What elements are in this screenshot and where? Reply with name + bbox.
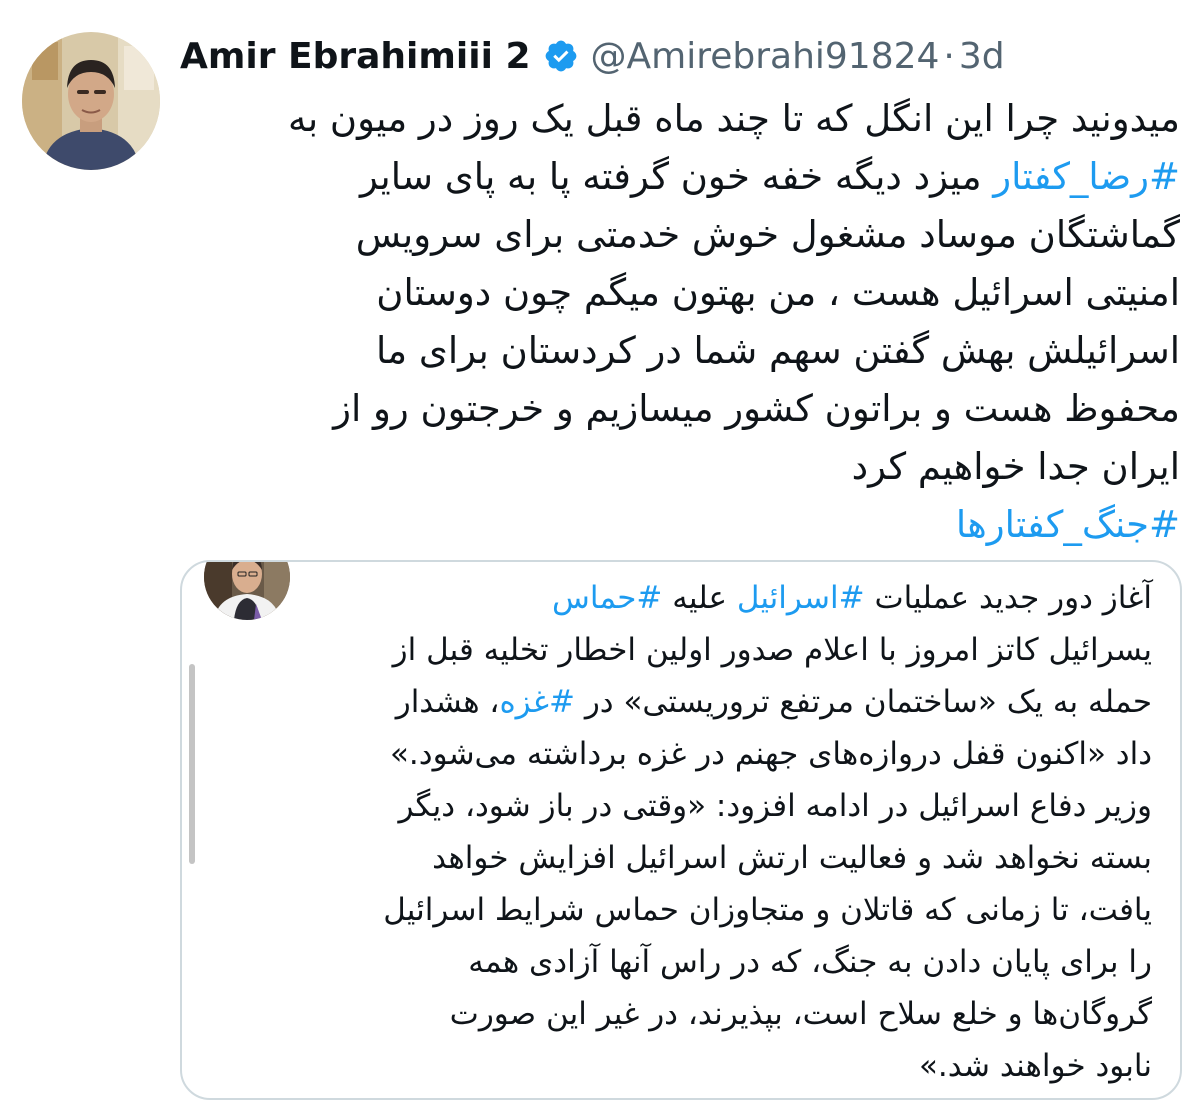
tweet-text-line: گماشتگان موساد مشغول خوش خدمتی برای سروی… (180, 206, 1180, 264)
tweet-timestamp[interactable]: 3d (959, 36, 1005, 77)
quoted-tweet-line: آغاز دور جدید عملیات #اسرائیل علیه #حماس (192, 572, 1152, 624)
quoted-tweet-line: حمله به یک «ساختمان مرتفع تروریستی» در #… (192, 676, 1152, 728)
header-separator: · (943, 35, 955, 77)
quoted-tweet[interactable]: آغاز دور جدید عملیات #اسرائیل علیه #حماس… (180, 560, 1182, 1100)
text-segment: بسته نخواهد شد و فعالیت ارتش اسرائیل افز… (432, 840, 1152, 876)
text-segment: علیه (662, 580, 737, 616)
hashtag-link[interactable]: #جنگ_کفتارها (956, 503, 1180, 546)
quoted-tweet-line: نابود خواهند شد.» (192, 1040, 1152, 1092)
tweet-text-line: #رضا_کفتار میزد دیگه خفه خون گرفته پا به… (180, 148, 1180, 206)
text-segment: گماشتگان موساد مشغول خوش خدمتی برای سروی… (355, 213, 1180, 256)
text-segment: ایران جدا خواهیم کرد (851, 445, 1180, 488)
author-display-name[interactable]: Amir Ebrahimiii 2 (180, 36, 531, 77)
tweet-text-line: اسرائیلش بهش گفتن سهم شما در کردستان برا… (180, 322, 1180, 380)
text-segment: محفوظ هست و براتون کشور میسازیم و خرجتون… (333, 387, 1180, 430)
text-segment: میزد دیگه خفه خون گرفته پا به پای سایر (359, 155, 994, 198)
quoted-tweet-line: بسته نخواهد شد و فعالیت ارتش اسرائیل افز… (192, 832, 1152, 884)
text-segment: ، هشدار (395, 684, 500, 720)
tweet-text-line: محفوظ هست و براتون کشور میسازیم و خرجتون… (180, 380, 1180, 438)
quoted-tweet-line: داد «اکنون قفل دروازه‌های جهنم در غزه بر… (192, 728, 1152, 780)
text-segment: یسرائیل کاتز امروز با اعلام صدور اولین ا… (392, 632, 1152, 668)
hashtag-link[interactable]: #اسرائیل (737, 580, 865, 616)
text-segment: اسرائیلش بهش گفتن سهم شما در کردستان برا… (376, 329, 1180, 372)
text-segment: حمله به یک «ساختمان مرتفع تروریستی» در (574, 684, 1152, 720)
text-segment: امنیتی اسرائیل هست ، من بهتون میگم چون د… (376, 271, 1180, 314)
tweet[interactable]: Amir Ebrahimiii 2 @Amirebrahi91824 · 3d … (0, 0, 1200, 1100)
text-segment: را برای پایان دادن به جنگ، که در راس آنه… (468, 944, 1152, 980)
tweet-text-line: امنیتی اسرائیل هست ، من بهتون میگم چون د… (180, 264, 1180, 322)
hashtag-link[interactable]: #حماس (552, 580, 662, 616)
text-segment: گروگان‌ها و خلع سلاح است، بپذیرند، در غی… (449, 996, 1152, 1032)
author-avatar-image (22, 32, 160, 170)
author-avatar[interactable] (22, 32, 160, 170)
quoted-tweet-line: وزیر دفاع اسرائیل در ادامه افزود: «وقتی … (192, 780, 1152, 832)
hashtag-link[interactable]: #غزه (499, 684, 575, 720)
text-segment: وزیر دفاع اسرائیل در ادامه افزود: «وقتی … (398, 788, 1152, 824)
text-segment: میدونید چرا این انگل که تا چند ماه قبل ی… (288, 97, 1180, 140)
text-segment: یافت، تا زمانی که قاتلان و متجاوزان حماس… (383, 892, 1152, 928)
tweet-header: Amir Ebrahimiii 2 @Amirebrahi91824 · 3d (180, 28, 1180, 84)
quoted-tweet-line: یافت، تا زمانی که قاتلان و متجاوزان حماس… (192, 884, 1152, 936)
tweet-text-line: میدونید چرا این انگل که تا چند ماه قبل ی… (180, 90, 1180, 148)
text-segment: نابود خواهند شد.» (918, 1048, 1152, 1084)
text-segment: آغاز دور جدید عملیات (864, 580, 1152, 616)
quoted-tweet-line: را برای پایان دادن به جنگ، که در راس آنه… (192, 936, 1152, 988)
quoted-tweet-text: آغاز دور جدید عملیات #اسرائیل علیه #حماس… (192, 572, 1152, 1092)
quoted-tweet-line: گروگان‌ها و خلع سلاح است، بپذیرند، در غی… (192, 988, 1152, 1040)
tweet-text-line: #جنگ_کفتارها (180, 496, 1180, 554)
verified-badge-icon (543, 38, 579, 74)
quoted-tweet-line: یسرائیل کاتز امروز با اعلام صدور اولین ا… (192, 624, 1152, 676)
tweet-text: میدونید چرا این انگل که تا چند ماه قبل ی… (180, 90, 1180, 554)
tweet-text-line: ایران جدا خواهیم کرد (180, 438, 1180, 496)
text-segment: داد «اکنون قفل دروازه‌های جهنم در غزه بر… (389, 736, 1152, 772)
hashtag-link[interactable]: #رضا_کفتار (993, 155, 1180, 198)
author-handle[interactable]: @Amirebrahi91824 (591, 36, 940, 77)
